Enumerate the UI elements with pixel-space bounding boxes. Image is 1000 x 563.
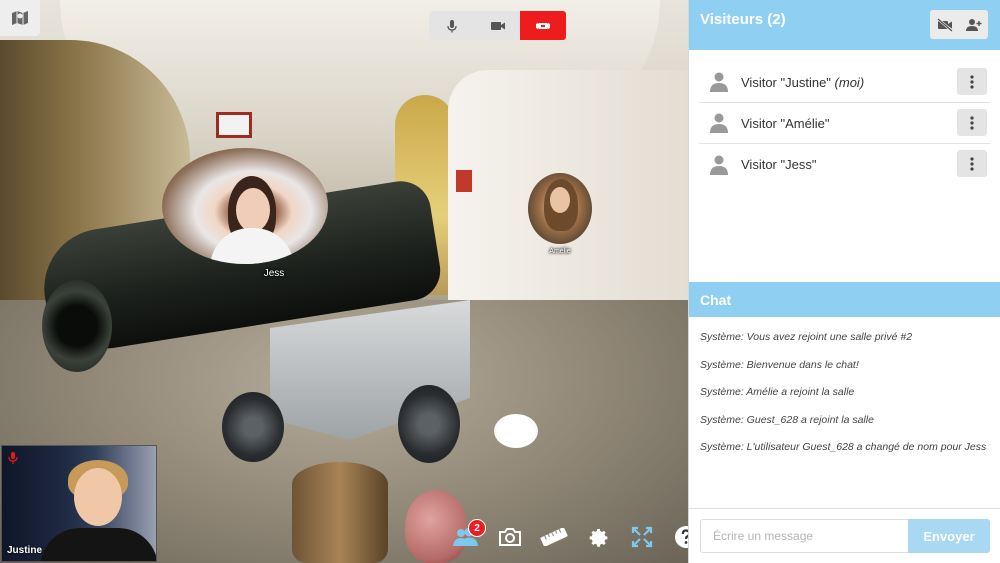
panorama-viewer[interactable]: Jess Amélie Justine 2 [0,0,688,563]
add-visitor-button[interactable] [959,10,988,39]
chat-message: Système: Vous avez rejoint une salle pri… [700,331,913,343]
measure-button[interactable] [538,521,570,553]
visitor-name: Visitor "Jess" [741,157,817,172]
microphone-muted-icon [8,452,18,464]
navigation-hotspot[interactable] [494,414,538,448]
chat-message: Système: Amélie a rejoint la salle [700,386,855,398]
add-user-icon [965,18,981,31]
more-vertical-icon [970,115,974,130]
settings-gear-icon [589,529,608,547]
visitor-name: Visitor "Amélie" [741,115,830,131]
side-panel: Visiteurs (2) Visitor "Justine" (moi) Vi… [688,0,1000,563]
wall-sign [216,112,252,138]
chat-message: Système: L'utilisateur Guest_628 a chang… [700,441,987,453]
cannon-wheel [222,392,284,462]
chat-compose: Envoyer [689,508,1000,563]
video-off-icon [936,17,953,32]
microphone-button[interactable] [429,11,475,40]
help-button[interactable] [670,521,688,553]
visitor-self-tag: (moi) [834,74,865,90]
avatar-label-jess: Jess [263,268,285,279]
self-name-label: Justine [7,545,43,556]
visitor-list: Visitor "Justine" (moi) Visitor "Amélie" [689,50,1000,282]
send-button[interactable]: Envoyer [908,519,990,553]
avatar-bubble-jess[interactable] [162,148,328,264]
video-camera-icon [490,21,505,30]
fullscreen-icon [631,526,653,548]
cannon-muzzle [42,280,112,372]
visitor-menu-button[interactable] [957,109,987,136]
map-icon [12,11,28,25]
self-camera-preview: Justine [1,445,157,562]
visitors-count-badge: 2 [468,519,486,537]
visitor-item-justine: Visitor "Justine" (moi) [699,62,990,103]
self-body [40,528,156,561]
person-icon [710,113,728,133]
help-icon [675,526,688,548]
avatar-face [550,187,570,213]
chat-message: Système: Guest_628 a rejoint la salle [700,413,874,426]
cannon-wheel [398,385,460,463]
avatar-face [236,188,270,232]
tour-toolbar: 2 [450,519,688,554]
chat-message-input[interactable] [700,519,908,553]
hang-up-icon [536,22,551,29]
visitors-actions [930,10,988,39]
avatar-label-amelie: Amélie [549,248,571,255]
map-button[interactable] [0,0,40,36]
video-camera-button[interactable] [474,11,521,40]
virtual-tour-app: Jess Amélie Justine 2 Visiteurs (2) Visi… [0,0,1000,563]
visitors-title: Visiteurs (2) [700,11,786,28]
ruler-icon [540,528,568,546]
avatar-bubble-amelie[interactable] [528,173,592,244]
chat-log: Système: Vous avez rejoint une salle pri… [689,317,1000,507]
hide-avatars-button[interactable] [930,10,959,39]
visitor-label: Visitor "Justine" [741,74,831,90]
fire-extinguisher-sign [456,170,472,192]
snapshot-button[interactable] [494,521,526,553]
settings-button[interactable] [582,521,614,553]
visitor-item-amelie: Visitor "Amélie" [699,103,990,144]
person-icon [710,72,728,92]
fullscreen-button[interactable] [626,521,658,553]
avatar-body [210,228,294,264]
visitors-button[interactable]: 2 [450,519,486,553]
person-icon [710,155,728,175]
visitors-header: Visiteurs (2) [689,0,1000,50]
wooden-bucket [292,462,388,563]
hang-up-button[interactable] [520,11,566,40]
visitor-item-jess: Visitor "Jess" [699,144,990,185]
camera-snapshot-icon [499,528,521,546]
chat-header: Chat [689,282,1000,317]
more-vertical-icon [970,74,974,89]
self-face [74,468,122,526]
more-vertical-icon [970,156,974,171]
microphone-icon [447,19,457,32]
visitor-menu-button[interactable] [957,68,987,95]
visitor-menu-button[interactable] [957,150,987,177]
chat-message: Système: Bienvenue dans le chat! [700,358,859,371]
media-controls [429,11,566,40]
visitor-name: Visitor "Justine" (moi) [741,75,864,90]
